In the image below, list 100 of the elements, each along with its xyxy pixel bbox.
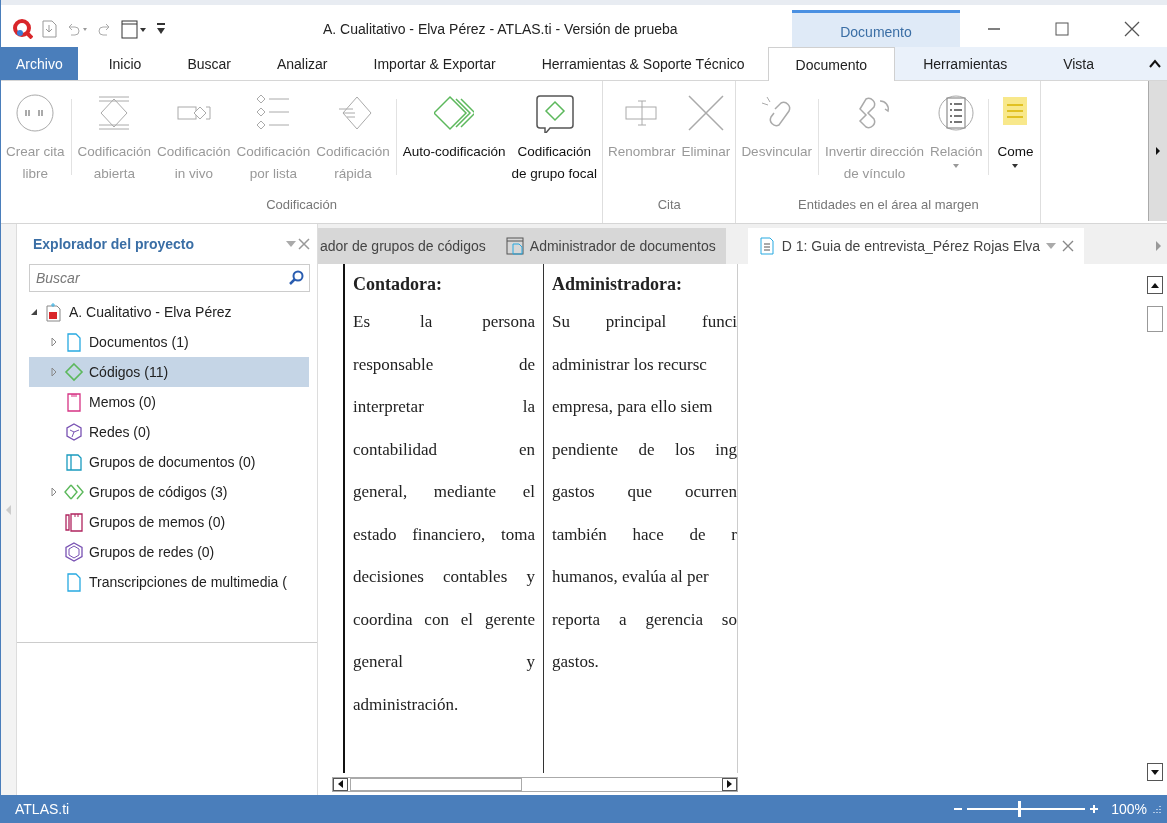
ribbon-button[interactable]: Come: [992, 81, 1039, 193]
menu-tab[interactable]: Archivo: [1, 47, 78, 80]
ribbon-group-label: Entidades en el área al margen: [797, 196, 980, 214]
scrollbar-thumb[interactable]: [1147, 306, 1163, 332]
app-logo-icon[interactable]: [13, 18, 33, 39]
horizontal-scrollbar[interactable]: [332, 776, 738, 792]
tree-item[interactable]: Códigos (11): [29, 357, 309, 387]
tree-item-label: Transcripciones de multimedia (: [89, 574, 287, 590]
text-line: humanos, evalúa al per: [552, 566, 710, 588]
slider-thumb[interactable]: [1018, 801, 1022, 817]
scroll-right-icon: [1155, 147, 1161, 155]
scroll-down-button[interactable]: [1147, 763, 1163, 781]
text-line: contabilidad en: [353, 438, 535, 461]
zoom-level: 100%: [1111, 801, 1147, 817]
menu-tab[interactable]: Herramientas & Soporte Técnico: [518, 47, 768, 80]
menu-tab[interactable]: Analizar: [253, 47, 351, 80]
text-line: coordina con el gerente: [353, 608, 535, 631]
text-line: Es la persona: [353, 311, 535, 333]
text-line: también hace de r: [552, 523, 737, 546]
dropdown-caret-icon[interactable]: [1046, 243, 1057, 249]
dropdown-caret-icon: [952, 163, 961, 169]
resize-grip-icon: [1153, 805, 1161, 813]
tree-item[interactable]: Grupos de documentos (0): [29, 447, 309, 477]
scroll-right-icon[interactable]: [1155, 241, 1161, 251]
scroll-right-icon: [727, 780, 732, 788]
tree-item[interactable]: Grupos de redes (0): [29, 537, 309, 567]
tree-item[interactable]: A. Cualitativo - Elva Pérez: [29, 297, 309, 327]
diamond-group-icon: [64, 482, 84, 502]
close-icon[interactable]: [1062, 240, 1075, 252]
tree-item[interactable]: Redes (0): [29, 417, 309, 447]
search-field[interactable]: Buscar: [29, 264, 310, 292]
text-line: reporta a gerencia so: [552, 608, 737, 631]
document-icon: [757, 237, 776, 255]
scroll-up-button[interactable]: [1147, 276, 1163, 294]
tree-item-label: Códigos (11): [89, 364, 169, 380]
menu-tab[interactable]: Buscar: [164, 47, 254, 80]
list-icon: [936, 93, 977, 133]
tree-item-label: Grupos de códigos (3): [89, 484, 228, 500]
menu-tab[interactable]: Vista: [1035, 47, 1123, 80]
ribbon-button[interactable]: Codificación de grupo focal: [508, 81, 601, 193]
dropdown-caret-icon[interactable]: [285, 240, 297, 248]
tree-item[interactable]: Memos (0): [29, 387, 309, 417]
search-icon[interactable]: [288, 270, 304, 286]
memo-group-icon: [64, 512, 84, 532]
panel-title: Explorador del proyecto: [33, 236, 196, 252]
delete-icon: [686, 93, 726, 133]
window-layout-icon[interactable]: [121, 18, 147, 39]
scroll-left-icon: [338, 780, 343, 788]
text-line: interpretar la: [353, 396, 535, 418]
text-line: estado financiero, toma: [353, 523, 535, 546]
text-line: gastos que ocurren: [552, 481, 737, 503]
text-line: responsable de: [353, 353, 535, 376]
document-tab[interactable]: ador de grupos de códigos: [318, 228, 496, 264]
column-heading: Administradora:: [552, 273, 683, 296]
document-group-icon: [505, 237, 524, 255]
maximize-icon[interactable]: [1055, 21, 1070, 36]
tree-item[interactable]: Grupos de códigos (3): [29, 477, 309, 507]
text-line: gastos.: [552, 651, 600, 673]
expanded-arrow-icon[interactable]: [30, 308, 38, 316]
network-icon: [64, 422, 84, 442]
document-tab[interactable]: Administrador de documentos: [495, 228, 726, 264]
collapse-ribbon-icon[interactable]: [1149, 58, 1161, 69]
collapsed-arrow-icon[interactable]: [51, 367, 57, 377]
document-group-icon: [64, 452, 84, 472]
text-line: empresa, para ello siem: [552, 396, 714, 418]
status-text: ATLAS.ti: [15, 801, 71, 817]
save-icon[interactable]: [41, 19, 57, 38]
menu-tab[interactable]: Documento: [767, 47, 896, 81]
document-tab[interactable]: D 1: Guia de entrevista_Pérez Rojas Elva: [747, 228, 1085, 264]
text-line: pendiente de los ing: [552, 438, 737, 461]
tree-item-label: Documentos (1): [89, 334, 189, 350]
close-icon[interactable]: [1123, 20, 1140, 37]
document-icon: [64, 572, 84, 592]
zoom-in-icon[interactable]: [1089, 804, 1100, 814]
tree-item-label: Grupos de documentos (0): [89, 454, 256, 470]
contextual-tab-header: Documento: [792, 10, 960, 47]
tree-item[interactable]: Documentos (1): [29, 327, 309, 357]
collapsed-arrow-icon[interactable]: [51, 337, 57, 347]
project-file-icon: [44, 302, 64, 322]
collapsed-arrow-icon[interactable]: [51, 487, 57, 497]
network-group-icon: [64, 542, 84, 562]
text-line: general, mediante el: [353, 481, 535, 503]
diamond-icon: [64, 362, 84, 382]
tree-item[interactable]: Grupos de memos (0): [29, 507, 309, 537]
speech-diamond-icon: [534, 93, 575, 133]
ribbon-group-label: Codificación: [265, 196, 338, 214]
tree-item-label: Grupos de redes (0): [89, 544, 215, 560]
scroll-down-icon: [1151, 769, 1159, 775]
tree-item-label: Redes (0): [89, 424, 151, 440]
menu-tab[interactable]: Inicio: [85, 47, 165, 80]
window-title: A. Cualitativo - Elva Pérez - ATLAS.ti - Versión de prueba: [322, 19, 679, 39]
diamonds-icon: [434, 93, 475, 133]
ribbon-button[interactable]: Auto-codificación: [399, 81, 509, 193]
dropdown-caret-icon: [1011, 163, 1020, 169]
menu-tab[interactable]: Importar & Exportar: [350, 47, 519, 80]
text-line: decisiones contables y: [353, 566, 535, 588]
memo-icon: [64, 392, 84, 412]
text-line: Su principal funci: [552, 311, 737, 333]
tree-item[interactable]: Transcripciones de multimedia (: [29, 567, 309, 597]
menu-tab[interactable]: Herramientas: [895, 47, 1036, 80]
